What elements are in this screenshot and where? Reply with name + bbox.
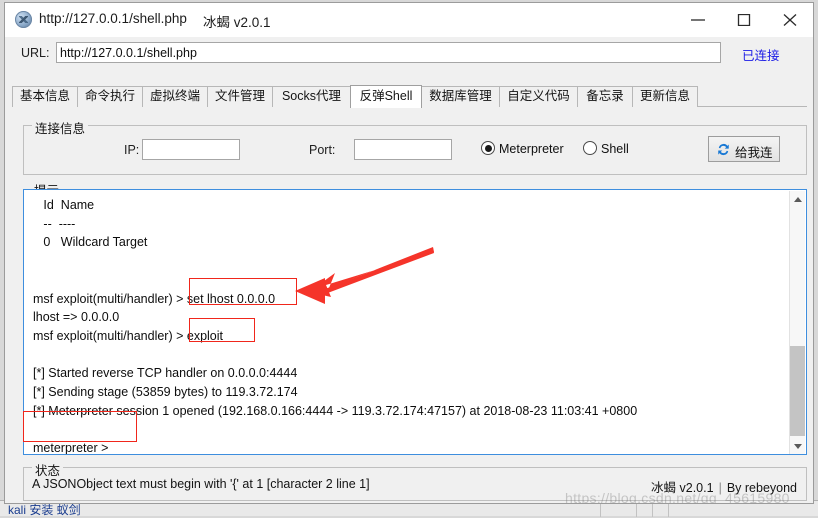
minimize-icon [691, 19, 705, 21]
connection-info-title: 连接信息 [32, 118, 89, 137]
radio-meterpreter-label: Meterpreter [499, 142, 564, 156]
tab-8[interactable]: 自定义代码 [499, 86, 578, 107]
tab-1[interactable]: 基本信息 [12, 86, 78, 107]
console-panel: 提示 Id Name -- ---- 0 Wildcard Target msf… [23, 180, 807, 455]
port-label: Port: [309, 143, 336, 157]
connect-button[interactable]: 给我连 [708, 136, 780, 162]
tab-4[interactable]: 文件管理 [207, 86, 273, 107]
app-globe-icon [15, 11, 32, 28]
title-bar: http://127.0.0.1/shell.php 冰蝎 v2.0.1 [5, 3, 813, 38]
maximize-icon [737, 14, 751, 26]
window-title-version: 冰蝎 v2.0.1 [203, 15, 271, 30]
tab-strip: 基本信息 命令执行 虚拟终端 文件管理 Socks代理 反弹Shell 数据库管理 自定义代码… [12, 85, 807, 108]
url-input[interactable] [56, 42, 721, 63]
connection-info-panel: 连接信息 IP: Port: Meterpreter Shell 给我连 [23, 118, 807, 175]
port-input[interactable] [354, 139, 452, 160]
scrollbar-thumb[interactable] [790, 346, 805, 436]
tab-10[interactable]: 更新信息 [632, 86, 698, 107]
tab-5[interactable]: Socks代理 [272, 86, 351, 107]
url-bar: URL: 已连接 [5, 37, 813, 71]
status-brand: 冰蝎 v2.0.1 | By rebeyond [651, 477, 797, 496]
console-output-text: Id Name -- ---- 0 Wildcard Target msf ex… [33, 198, 638, 455]
tab-2[interactable]: 命令执行 [77, 86, 143, 107]
tab-6[interactable]: 反弹Shell [350, 85, 422, 108]
status-brand-separator: | [718, 481, 722, 495]
radio-selected-icon [481, 141, 495, 155]
scroll-down-icon[interactable] [790, 438, 805, 454]
ip-label: IP: [124, 143, 140, 157]
sync-refresh-icon [718, 143, 729, 156]
window-title: http://127.0.0.1/shell.php [39, 11, 187, 26]
application-window: http://127.0.0.1/shell.php 冰蝎 v2.0.1 URL… [4, 2, 814, 504]
url-label: URL: [21, 46, 50, 60]
maximize-button[interactable] [721, 3, 767, 36]
status-brand-version: 冰蝎 v2.0.1 [651, 481, 714, 495]
ip-input[interactable] [142, 139, 240, 160]
status-brand-author: By rebeyond [726, 481, 797, 495]
radio-unselected-icon [583, 141, 597, 155]
radio-meterpreter[interactable]: Meterpreter [481, 141, 564, 156]
tab-9[interactable]: 备忘录 [577, 86, 633, 107]
radio-shell-label: Shell [601, 142, 629, 156]
radio-shell[interactable]: Shell [583, 141, 629, 156]
close-icon [783, 14, 797, 26]
status-message: A JSONObject text must begin with '{' at… [32, 477, 370, 491]
close-button[interactable] [767, 3, 813, 36]
connect-button-label: 给我连 [735, 146, 773, 160]
minimize-button[interactable] [675, 3, 721, 36]
console-output-box[interactable]: Id Name -- ---- 0 Wildcard Target msf ex… [23, 189, 807, 455]
status-panel: 状态 A JSONObject text must begin with '{'… [23, 460, 807, 501]
console-scrollbar[interactable] [789, 191, 805, 454]
scroll-up-icon[interactable] [790, 191, 805, 208]
connection-status-label: 已连接 [742, 49, 780, 63]
tab-3[interactable]: 虚拟终端 [142, 86, 208, 107]
tab-7[interactable]: 数据库管理 [421, 86, 500, 107]
